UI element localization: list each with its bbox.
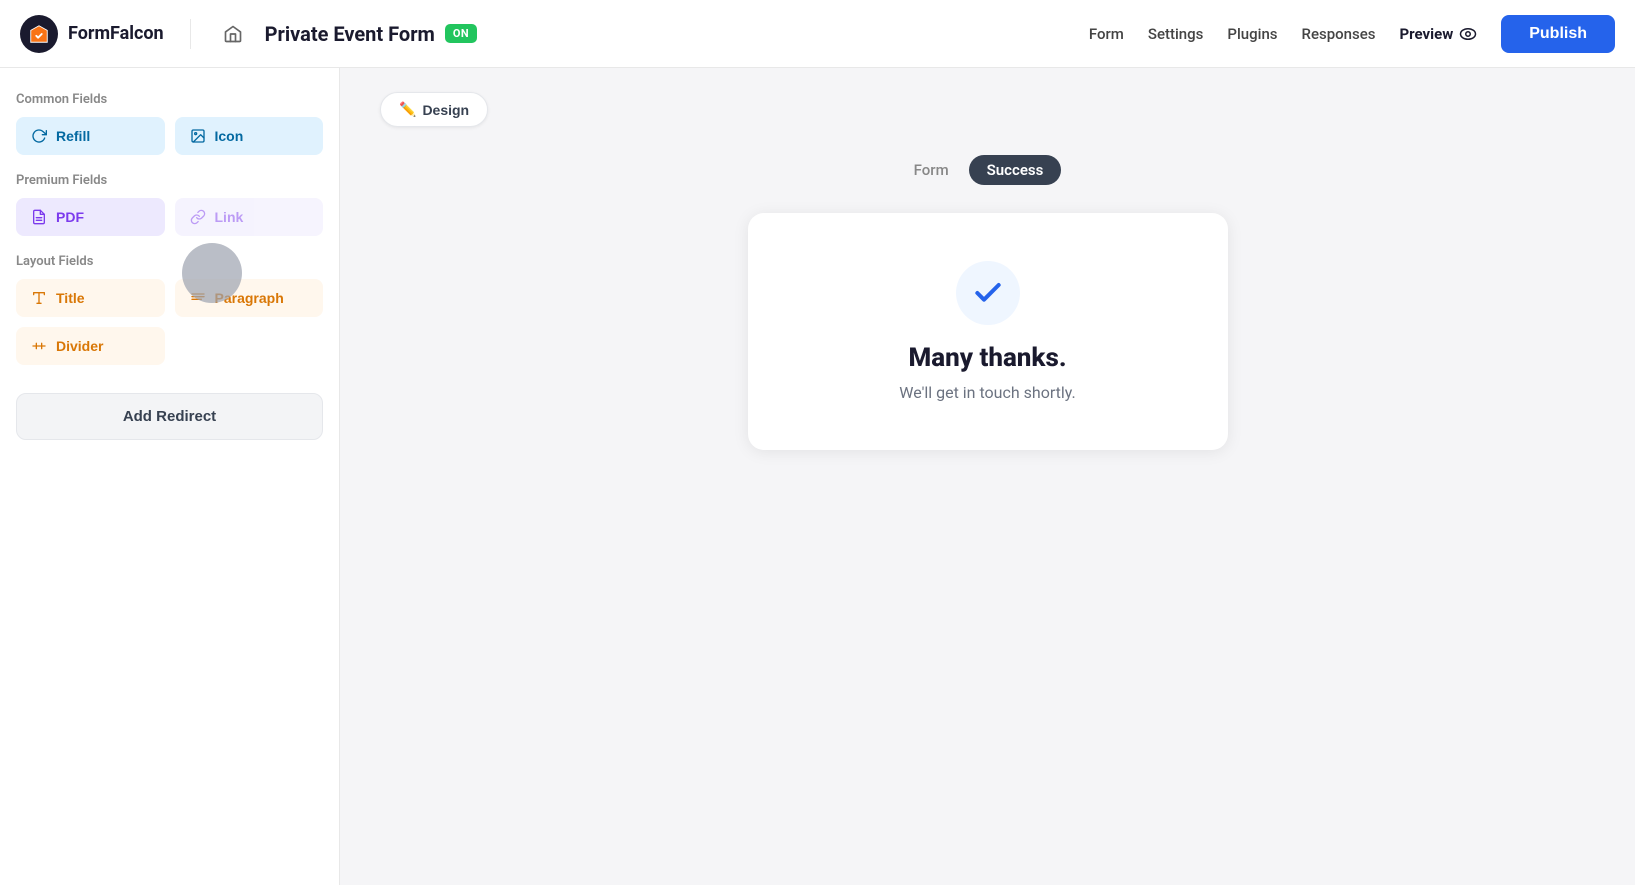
paragraph-button[interactable]: Paragraph xyxy=(175,279,324,317)
divider-label: Divider xyxy=(56,338,103,354)
check-circle xyxy=(956,261,1020,325)
pdf-icon xyxy=(30,208,48,226)
premium-fields-label: Premium Fields xyxy=(16,173,323,188)
home-icon[interactable] xyxy=(217,18,249,50)
common-fields-grid: Refill Icon xyxy=(16,117,323,155)
main-layout: Common Fields Refill xyxy=(0,68,1635,885)
view-tab-row: Form Success xyxy=(914,155,1062,185)
title-icon xyxy=(30,289,48,307)
success-card: Many thanks. We'll get in touch shortly. xyxy=(748,213,1228,450)
refill-label: Refill xyxy=(56,128,90,144)
nav-plugins[interactable]: Plugins xyxy=(1227,25,1277,43)
design-tab[interactable]: ✏️ Design xyxy=(380,92,488,127)
image-icon xyxy=(189,127,207,145)
premium-fields-grid: PDF Link xyxy=(16,198,323,236)
icon-button[interactable]: Icon xyxy=(175,117,324,155)
form-title-area: Private Event Form ON xyxy=(265,22,1073,46)
nav-links: Form Settings Plugins Responses Preview … xyxy=(1089,15,1615,53)
check-icon xyxy=(972,277,1004,309)
pdf-button[interactable]: PDF xyxy=(16,198,165,236)
top-navigation: FormFalcon Private Event Form ON Form Se… xyxy=(0,0,1635,68)
logo-text: FormFalcon xyxy=(68,23,164,44)
content-area: ✏️ Design Form Success Many thanks. We'l… xyxy=(340,68,1635,885)
design-icon: ✏️ xyxy=(399,101,416,118)
logo-icon xyxy=(20,15,58,53)
layout-fields-grid: Title Paragraph xyxy=(16,279,323,365)
design-tab-label: Design xyxy=(422,102,469,118)
pdf-label: PDF xyxy=(56,209,84,225)
preview-label: Preview xyxy=(1400,25,1454,43)
nav-responses[interactable]: Responses xyxy=(1302,25,1376,43)
title-label: Title xyxy=(56,290,85,306)
preview-button[interactable]: Preview xyxy=(1400,25,1478,43)
paragraph-icon xyxy=(189,289,207,307)
publish-button[interactable]: Publish xyxy=(1501,15,1615,53)
nav-form[interactable]: Form xyxy=(1089,25,1124,43)
success-title: Many thanks. xyxy=(908,343,1066,373)
title-button[interactable]: Title xyxy=(16,279,165,317)
refill-button[interactable]: Refill xyxy=(16,117,165,155)
common-fields-label: Common Fields xyxy=(16,92,323,107)
sidebar: Common Fields Refill xyxy=(0,68,340,885)
on-badge: ON xyxy=(445,24,477,43)
form-title: Private Event Form xyxy=(265,22,435,46)
nav-settings[interactable]: Settings xyxy=(1148,25,1204,43)
refill-icon xyxy=(30,127,48,145)
link-label: Link xyxy=(215,209,244,225)
link-button[interactable]: Link xyxy=(175,198,324,236)
tab-success[interactable]: Success xyxy=(969,155,1062,185)
logo: FormFalcon xyxy=(20,15,164,53)
eye-icon xyxy=(1459,25,1477,43)
layout-fields-label: Layout Fields xyxy=(16,254,323,269)
tab-form[interactable]: Form xyxy=(914,161,949,179)
success-subtitle: We'll get in touch shortly. xyxy=(899,383,1076,402)
divider-icon xyxy=(30,337,48,355)
link-icon xyxy=(189,208,207,226)
top-controls: ✏️ Design xyxy=(380,92,1595,127)
add-redirect-button[interactable]: Add Redirect xyxy=(16,393,323,440)
divider-button[interactable]: Divider xyxy=(16,327,165,365)
nav-divider xyxy=(190,19,191,49)
paragraph-label: Paragraph xyxy=(215,290,284,306)
icon-label: Icon xyxy=(215,128,244,144)
